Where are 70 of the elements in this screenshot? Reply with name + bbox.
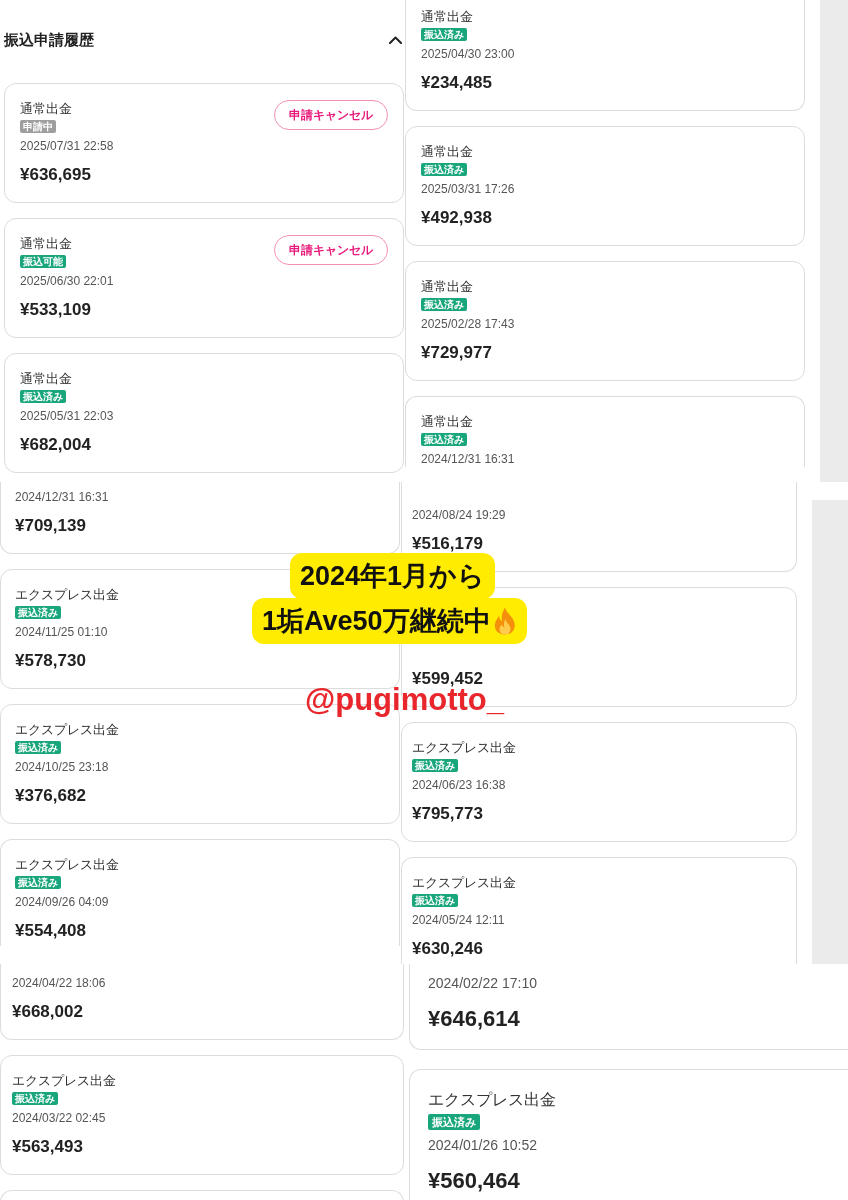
amount-text: ¥795,773 (412, 803, 484, 825)
amount-text: ¥563,493 (12, 1136, 84, 1158)
date-text: 2025/04/30 23:00 (421, 46, 516, 62)
withdrawal-type-label: エクスプレス出金 (15, 586, 119, 603)
date-text: 2025/06/30 22:01 (20, 273, 115, 289)
cancel-request-button[interactable]: 申請キャンセル (274, 100, 388, 130)
status-badge: 振込済み (428, 1114, 480, 1130)
withdrawal-type-label: エクスプレス出金 (12, 1072, 116, 1089)
section-title: 振込申請履歴 (4, 30, 94, 50)
withdrawal-type-label: 通常出金 (20, 370, 72, 387)
amount-text: ¥636,695 (20, 164, 92, 186)
amount-text: ¥560,464 (428, 1168, 521, 1194)
date-text: 2025/07/31 22:58 (20, 138, 115, 154)
amount-text: ¥554,408 (15, 920, 87, 942)
amount-text: ¥234,485 (421, 72, 493, 94)
amount-text: ¥682,004 (20, 434, 92, 456)
status-badge: 振込済み (15, 606, 61, 619)
amount-text: ¥630,246 (412, 938, 484, 960)
date-text: 2025/03/31 17:26 (421, 181, 516, 197)
date-text: 2024/11/25 01:10 (15, 624, 109, 640)
withdrawal-type-label: エクスプレス出金 (15, 721, 119, 738)
date-text: 2024/08/24 19:29 (412, 507, 507, 523)
status-badge: 振込可能 (20, 255, 66, 268)
chevron-up-icon[interactable] (389, 36, 402, 44)
withdrawal-type-label: エクスプレス出金 (412, 739, 516, 756)
date-text: 2024/09/26 04:09 (15, 894, 110, 910)
amount-text: ¥646,614 (428, 1006, 521, 1032)
date-text: 2024/12/31 16:31 (15, 489, 110, 505)
date-text: 2024/03/22 02:45 (12, 1110, 107, 1126)
amount-text: ¥533,109 (20, 299, 92, 321)
date-text: 2024/10/25 23:18 (15, 759, 110, 775)
date-text: 2024/02/22 17:10 (428, 974, 538, 992)
date-text: 2024/05/24 12:11 (412, 912, 506, 928)
status-badge: 振込済み (412, 759, 458, 772)
amount-text: ¥709,139 (15, 515, 87, 537)
date-text: 2024/06/23 16:38 (412, 777, 507, 793)
date-text: 2025/05/31 22:03 (20, 408, 115, 424)
status-badge: 振込済み (421, 163, 467, 176)
date-text: 2025/02/28 17:43 (421, 316, 516, 332)
caption-text: 1垢Ave50万継続中 (262, 605, 491, 637)
status-badge: 振込済み (421, 298, 467, 311)
amount-text: ¥578,730 (15, 650, 87, 672)
amount-text: ¥729,977 (421, 342, 493, 364)
withdrawal-type-label: エクスプレス出金 (428, 1090, 556, 1110)
cancel-request-button[interactable]: 申請キャンセル (274, 235, 388, 265)
status-badge: 振込済み (15, 741, 61, 754)
status-badge: 振込済み (15, 876, 61, 889)
amount-text: ¥516,179 (412, 533, 484, 555)
status-badge: 振込済み (421, 433, 467, 446)
withdrawal-type-label: 通常出金 (421, 143, 473, 160)
amount-text: ¥668,002 (12, 1001, 84, 1023)
status-badge: 申請中 (20, 120, 56, 133)
date-text: 2024/01/26 10:52 (428, 1136, 538, 1154)
withdrawal-type-label: エクスプレス出金 (412, 874, 516, 891)
withdrawal-type-label: 通常出金 (20, 100, 72, 117)
caption-text: 2024年1月から (300, 560, 486, 592)
withdrawal-type-label: 通常出金 (421, 278, 473, 295)
amount-text: ¥492,938 (421, 207, 493, 229)
date-text: 2024/12/31 16:31 (421, 451, 516, 467)
status-badge: 振込済み (421, 28, 467, 41)
withdrawal-type-label: エクスプレス出金 (15, 856, 119, 873)
withdrawal-type-label: 通常出金 (20, 235, 72, 252)
status-badge: 振込済み (20, 390, 66, 403)
withdrawal-type-label: 通常出金 (421, 413, 473, 430)
status-badge: 振込済み (12, 1092, 58, 1105)
status-badge: 振込済み (412, 894, 458, 907)
date-text: 2024/04/22 18:06 (12, 975, 107, 991)
amount-text: ¥376,682 (15, 785, 87, 807)
withdrawal-type-label: 通常出金 (421, 8, 473, 25)
fire-icon (492, 607, 517, 635)
